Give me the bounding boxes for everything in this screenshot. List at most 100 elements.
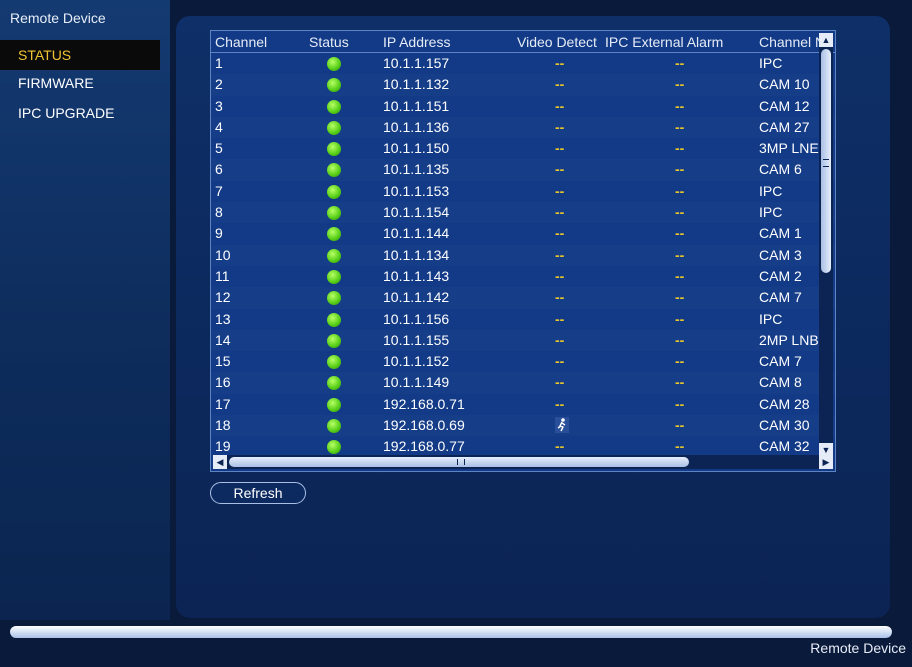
status-online-icon xyxy=(327,376,341,391)
table-row[interactable]: 13 10.1.1.156 -- -- IPC xyxy=(211,309,835,330)
table-row[interactable]: 16 10.1.1.149 -- -- CAM 8 xyxy=(211,372,835,393)
column-header-channel[interactable]: Channel xyxy=(215,34,267,50)
ipc-external-alarm-cell: -- xyxy=(675,140,685,157)
scroll-grip-icon xyxy=(457,459,465,465)
channel-cell: 6 xyxy=(215,161,223,178)
channel-name-cell: IPC xyxy=(759,310,783,327)
scroll-right-icon[interactable]: ▶ xyxy=(819,455,833,469)
ip-address-cell: 10.1.1.149 xyxy=(383,374,450,391)
ip-address-cell: 10.1.1.150 xyxy=(383,140,450,157)
ipc-external-alarm-cell: -- xyxy=(675,331,685,348)
ipc-external-alarm-cell: -- xyxy=(675,97,685,114)
ip-address-cell: 10.1.1.151 xyxy=(383,97,450,114)
video-detect-cell: -- xyxy=(555,331,565,348)
footer-label: Remote Device xyxy=(810,640,906,656)
horizontal-scroll-thumb[interactable] xyxy=(229,457,689,467)
channel-cell: 18 xyxy=(215,417,231,434)
video-detect-cell: -- xyxy=(555,161,565,178)
status-online-icon xyxy=(327,419,341,434)
refresh-button[interactable]: Refresh xyxy=(210,482,306,504)
status-online-icon xyxy=(327,227,341,242)
ip-address-cell: 10.1.1.155 xyxy=(383,331,450,348)
vertical-scroll-thumb[interactable] xyxy=(821,49,831,273)
ip-address-cell: 10.1.1.156 xyxy=(383,310,450,327)
channel-name-cell: IPC xyxy=(759,55,783,71)
channel-name-cell: 3MP LNE3 xyxy=(759,140,827,157)
column-header-ipc-external-alarm[interactable]: IPC External Alarm xyxy=(605,34,723,50)
ip-address-cell: 10.1.1.144 xyxy=(383,225,450,242)
video-detect-cell: -- xyxy=(555,438,565,455)
ip-address-cell: 10.1.1.143 xyxy=(383,267,450,284)
channel-name-cell: CAM 6 xyxy=(759,161,802,178)
channel-name-cell: 2MP LNB3 xyxy=(759,331,827,348)
status-online-icon xyxy=(327,78,341,93)
scroll-left-icon[interactable]: ◀ xyxy=(213,455,227,469)
channel-cell: 19 xyxy=(215,438,231,455)
table-row[interactable]: 14 10.1.1.155 -- -- 2MP LNB3 xyxy=(211,330,835,351)
table-row[interactable]: 7 10.1.1.153 -- -- IPC xyxy=(211,181,835,202)
table-row[interactable]: 9 10.1.1.144 -- -- CAM 1 xyxy=(211,223,835,244)
table-row[interactable]: 3 10.1.1.151 -- -- CAM 12 xyxy=(211,96,835,117)
table-row[interactable]: 12 10.1.1.142 -- -- CAM 7 xyxy=(211,287,835,308)
ipc-external-alarm-cell: -- xyxy=(675,76,685,93)
table-body: 1 10.1.1.157 -- -- IPC 2 10.1.1.132 -- -- CAM 10 3… xyxy=(211,53,835,457)
status-online-icon xyxy=(327,333,341,348)
horizontal-scrollbar[interactable]: ◀ ▶ xyxy=(213,455,833,469)
status-online-icon xyxy=(327,57,341,71)
sidebar-item-firmware[interactable]: FIRMWARE xyxy=(0,68,160,98)
video-detect-cell: -- xyxy=(555,182,565,199)
table-row[interactable]: 10 10.1.1.134 -- -- CAM 3 xyxy=(211,245,835,266)
table-row[interactable]: 17 192.168.0.71 -- -- CAM 28 xyxy=(211,394,835,415)
channel-cell: 8 xyxy=(215,204,223,221)
table-row[interactable]: 2 10.1.1.132 -- -- CAM 10 xyxy=(211,74,835,95)
ipc-external-alarm-cell: -- xyxy=(675,182,685,199)
table-row[interactable]: 1 10.1.1.157 -- -- IPC xyxy=(211,53,835,74)
scroll-up-icon[interactable]: ▲ xyxy=(819,33,833,47)
channel-name-cell: IPC xyxy=(759,182,783,199)
column-header-video-detect[interactable]: Video Detect xyxy=(517,34,597,50)
status-online-icon xyxy=(327,248,341,263)
table-row[interactable]: 19 192.168.0.77 -- -- CAM 32 xyxy=(211,436,835,457)
channel-name-cell: CAM 32 xyxy=(759,438,810,455)
sidebar-item-ipc-upgrade[interactable]: IPC UPGRADE xyxy=(0,98,160,128)
ip-address-cell: 10.1.1.154 xyxy=(383,204,450,221)
channel-cell: 3 xyxy=(215,97,223,114)
motion-detect-icon xyxy=(555,417,569,434)
main-panel: Channel Status IP Address Video Detect I… xyxy=(176,16,890,618)
status-online-icon xyxy=(327,142,341,157)
ip-address-cell: 192.168.0.77 xyxy=(383,438,465,455)
channel-cell: 1 xyxy=(215,55,223,71)
ipc-external-alarm-cell: -- xyxy=(675,289,685,306)
bottom-progress-strip xyxy=(10,626,892,638)
table-row[interactable]: 11 10.1.1.143 -- -- CAM 2 xyxy=(211,266,835,287)
video-detect-cell: -- xyxy=(555,97,565,114)
sidebar-item-status[interactable]: STATUS xyxy=(0,40,160,70)
channel-name-cell: CAM 8 xyxy=(759,374,802,391)
ipc-external-alarm-cell: -- xyxy=(675,225,685,242)
ip-address-cell: 10.1.1.157 xyxy=(383,55,450,71)
status-online-icon xyxy=(327,269,341,284)
ip-address-cell: 10.1.1.135 xyxy=(383,161,450,178)
status-online-icon xyxy=(327,206,341,221)
ip-address-cell: 10.1.1.153 xyxy=(383,182,450,199)
channel-cell: 13 xyxy=(215,310,231,327)
table-row[interactable]: 18 192.168.0.69 -- CAM 30 xyxy=(211,415,835,436)
table-row[interactable]: 6 10.1.1.135 -- -- CAM 6 xyxy=(211,159,835,180)
channel-name-cell: CAM 2 xyxy=(759,267,802,284)
column-header-ip-address[interactable]: IP Address xyxy=(383,34,450,50)
table-row[interactable]: 4 10.1.1.136 -- -- CAM 27 xyxy=(211,117,835,138)
channel-cell: 12 xyxy=(215,289,231,306)
ipc-external-alarm-cell: -- xyxy=(675,118,685,135)
ipc-external-alarm-cell: -- xyxy=(675,438,685,455)
status-online-icon xyxy=(327,99,341,114)
table-row[interactable]: 15 10.1.1.152 -- -- CAM 7 xyxy=(211,351,835,372)
column-header-status[interactable]: Status xyxy=(309,34,349,50)
table-row[interactable]: 8 10.1.1.154 -- -- IPC xyxy=(211,202,835,223)
ip-address-cell: 192.168.0.71 xyxy=(383,395,465,412)
video-detect-cell: -- xyxy=(555,246,565,263)
table-row[interactable]: 5 10.1.1.150 -- -- 3MP LNE3 xyxy=(211,138,835,159)
vertical-scrollbar[interactable]: ▲ ▼ xyxy=(819,33,833,457)
channel-cell: 10 xyxy=(215,246,231,263)
video-detect-cell: -- xyxy=(555,204,565,221)
ip-address-cell: 192.168.0.69 xyxy=(383,417,465,434)
